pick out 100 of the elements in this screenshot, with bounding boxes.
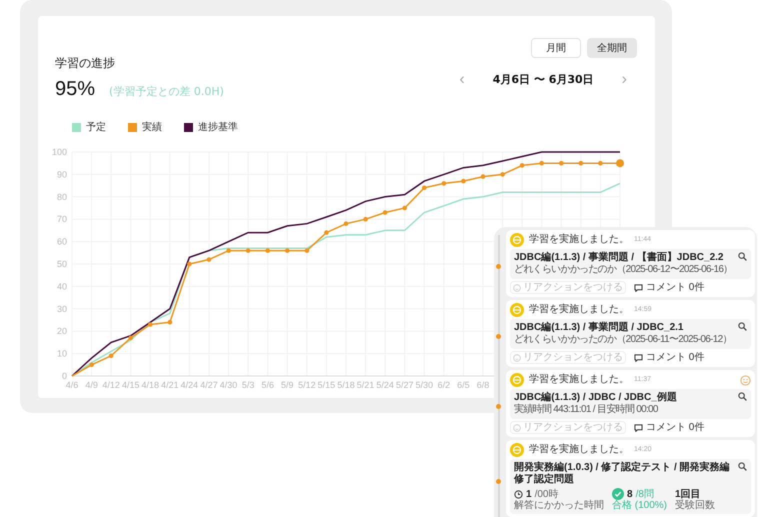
- data-point: [168, 320, 172, 324]
- comment-icon: [634, 354, 643, 362]
- axis-label: 90: [56, 169, 67, 180]
- axis-label: 5/30: [416, 380, 434, 390]
- zoom-icon[interactable]: [738, 462, 747, 471]
- stat-label: 合格 (100%): [612, 500, 668, 511]
- content-note: 実績時間 443:11:01 / 目安時間 00:00: [514, 404, 659, 416]
- axis-label: 40: [56, 281, 67, 292]
- stat-unit: /8問: [636, 488, 654, 500]
- data-point: [187, 262, 192, 266]
- date-range: 4月6日 〜 6月30日: [492, 72, 594, 88]
- data-point: [108, 354, 114, 358]
- stat-value: 1: [526, 488, 532, 500]
- comments-link[interactable]: コメント 0件: [634, 422, 704, 433]
- legend-label: 予定: [86, 120, 106, 135]
- face-avatar-icon: [510, 443, 524, 457]
- content-title: JDBC編(1.1.3) / 事業問題 / 【書面】JDBC_2.2: [514, 252, 724, 264]
- data-point: [480, 174, 486, 179]
- comment-icon: [634, 284, 643, 292]
- zoom-icon[interactable]: [738, 392, 747, 401]
- stat-unit: /00時: [534, 488, 558, 501]
- axis-label: 4/9: [85, 380, 98, 390]
- data-point: [285, 248, 290, 253]
- card-title: 学習の進捗: [55, 55, 116, 72]
- comments-link[interactable]: コメント 0件: [634, 352, 704, 363]
- stat-label: 受験回数: [675, 500, 716, 511]
- stat-label: 解答にかかった時間: [514, 500, 604, 511]
- progress-difference: (学習予定との差 0.0H): [109, 84, 224, 100]
- axis-label: 4/12: [102, 380, 120, 390]
- axis-label: 5/15: [318, 380, 336, 390]
- activity-title: 学習を実施しました。: [529, 374, 629, 386]
- axis-label: 4/21: [161, 380, 179, 390]
- axis-label: 5/12: [298, 380, 316, 390]
- data-point: [304, 248, 310, 253]
- data-point: [500, 172, 505, 177]
- legend-label: 進捗基準: [198, 120, 238, 135]
- axis-label: 5/21: [356, 380, 374, 390]
- content-note: どれくらいかかったのか（2025-06-11〜2025-06-12）: [514, 334, 733, 346]
- data-point: [246, 248, 250, 253]
- zoom-icon[interactable]: [738, 252, 747, 261]
- data-point: [539, 160, 544, 166]
- data-point: [226, 248, 231, 253]
- axis-label: 5/3: [242, 380, 254, 390]
- data-point: [422, 186, 427, 190]
- legend-label: 実績: [142, 120, 162, 135]
- axis-label: 6/5: [457, 380, 470, 390]
- axis-label: 4/18: [142, 380, 160, 390]
- data-point: [128, 336, 133, 340]
- axis-label: 4/6: [66, 380, 78, 390]
- data-point: [382, 210, 388, 215]
- content-title: 開発実務編(1.0.3) / 修了認定テスト / 開発実務編修了認定問題: [514, 462, 731, 486]
- axis-label: 4/24: [180, 380, 198, 390]
- check-icon: [612, 488, 624, 500]
- face-avatar-icon: [510, 303, 524, 317]
- data-point: [402, 206, 407, 210]
- data-point: [324, 230, 329, 235]
- period-tab[interactable]: 全期間: [587, 38, 637, 58]
- face-avatar-icon: [510, 233, 524, 247]
- comments-link[interactable]: コメント 0件: [634, 282, 704, 293]
- smiley-icon: [513, 354, 521, 362]
- data-point: [578, 160, 584, 166]
- face-avatar-icon: [510, 373, 524, 387]
- axis-label: 10: [56, 348, 67, 359]
- axis-label: 5/18: [337, 380, 355, 390]
- data-point: [344, 221, 348, 226]
- clock-icon: [514, 490, 523, 498]
- axis-label: 5/27: [396, 380, 414, 390]
- content-title: JDBC編(1.1.3) / 事業問題 / JDBC_2.1: [514, 322, 684, 334]
- data-point: [442, 181, 446, 186]
- axis-label: 20: [56, 326, 67, 336]
- axis-label: 30: [56, 304, 67, 314]
- axis-label: 6/2: [438, 380, 450, 390]
- content-note: どれくらいかかったのか（2025-06-12〜2025-06-16）: [514, 264, 734, 276]
- axis-label: 5/24: [376, 380, 394, 390]
- data-point: [265, 248, 270, 253]
- axis-label: 6/8: [476, 380, 490, 390]
- axis-label: 4/15: [122, 380, 140, 390]
- data-point: [148, 322, 153, 327]
- axis-label: 5/9: [281, 380, 294, 390]
- period-tab[interactable]: 月間: [531, 38, 581, 58]
- smiley-icon: [513, 284, 521, 292]
- smiley-icon: [513, 424, 521, 432]
- axis-label: 70: [56, 214, 67, 224]
- data-point: [89, 362, 94, 368]
- axis-label: 60: [56, 236, 67, 247]
- data-point: [363, 216, 368, 222]
- axis-label: 50: [56, 259, 67, 269]
- activity-title: 学習を実施しました。: [529, 304, 629, 316]
- axis-label: 80: [56, 192, 67, 202]
- data-point: [520, 163, 524, 168]
- data-point: [559, 160, 564, 166]
- activity-title: 学習を実施しました。: [529, 444, 629, 456]
- comment-icon: [634, 424, 643, 432]
- data-point: [598, 160, 603, 166]
- activity-title: 学習を実施しました。: [529, 234, 629, 246]
- stat-value: 1回目: [675, 488, 701, 500]
- axis-label: 4/27: [200, 380, 218, 390]
- axis-label: 100: [52, 147, 67, 157]
- zoom-icon[interactable]: [738, 322, 747, 331]
- axis-label: 0: [62, 371, 67, 381]
